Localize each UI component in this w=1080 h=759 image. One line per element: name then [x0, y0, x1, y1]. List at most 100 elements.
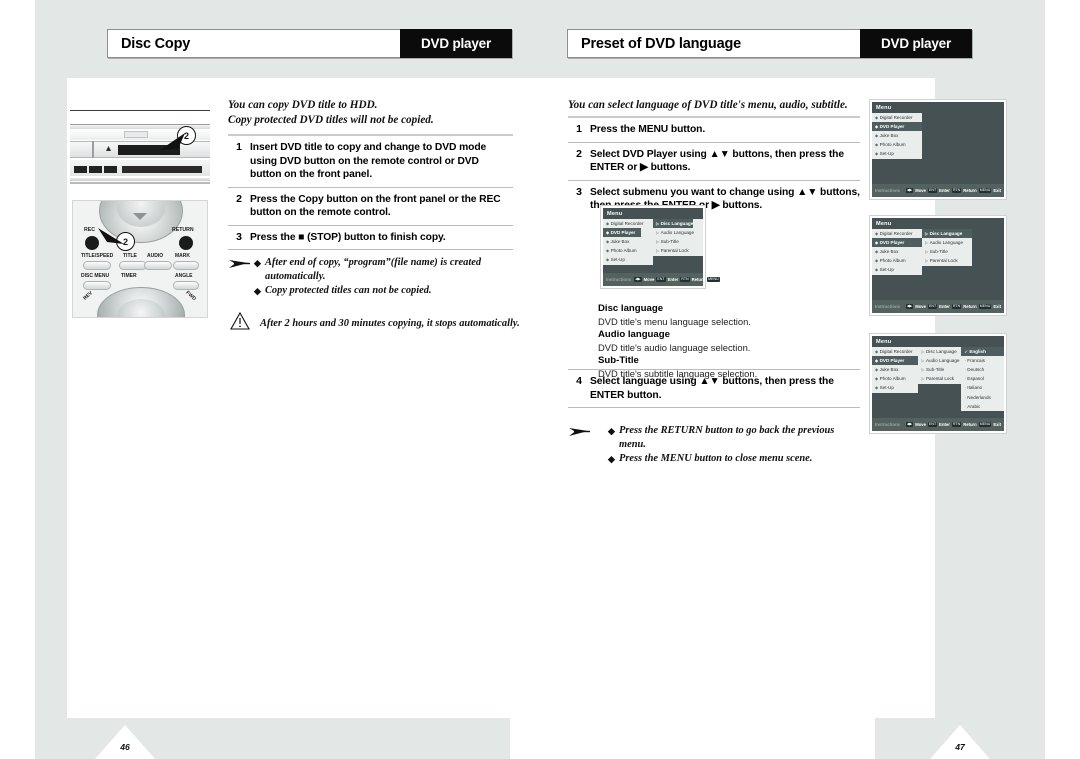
- right-page-title-box: Preset of DVD language: [567, 29, 860, 58]
- osd-item-label: Deutsch: [967, 366, 985, 372]
- osd-menu-item[interactable]: ✓ English: [961, 347, 1004, 357]
- osd-menu-item[interactable]: ◆ Digital Recorder: [872, 347, 918, 356]
- osd-footer-label: Instructions: [606, 277, 632, 282]
- osd-menu-item[interactable]: ◆ DVD Player: [872, 238, 922, 248]
- osd-menu-item[interactable]: ◆ Set-Up: [603, 256, 641, 265]
- osd-menu-item[interactable]: ▷ Audio Language: [918, 356, 961, 365]
- osd-key-icon: ENT: [927, 187, 938, 194]
- osd-menu-item[interactable]: · Nederlands: [961, 393, 1004, 402]
- page-number-value: 46: [120, 742, 130, 752]
- right-note-block: ◆ Press the RETURN button to go back the…: [568, 424, 860, 466]
- osd-footer-keys: ◀▶ Move ENT Enter RTN Return MENU Exit: [905, 187, 1001, 194]
- angle-button[interactable]: [173, 281, 199, 290]
- osd-menu-item[interactable]: ▷ Sub-Title: [653, 237, 693, 246]
- osd-menu-item[interactable]: ◆ Photo Album: [872, 375, 918, 384]
- step-number: 3: [576, 185, 582, 198]
- step-number: 2: [576, 147, 582, 160]
- front-panel-display: [124, 131, 148, 138]
- osd-body: Menu ◆ Digital Recorder ◆ DVD Player ◆ Juke B…: [872, 102, 1004, 197]
- osd-menu-item[interactable]: · Espanol: [961, 375, 1004, 384]
- osd-item-marker-icon: ▷: [925, 239, 929, 245]
- osd-key-icon: RTN: [951, 187, 962, 194]
- osd-item-label: Audio Language: [929, 239, 964, 245]
- diamond-bullet-icon: ◆: [608, 426, 615, 436]
- osd-menu-item[interactable]: ◆ Photo Album: [872, 141, 922, 150]
- osd-item-label: Sub-Title: [925, 366, 945, 372]
- osd-menu-item[interactable]: ◆ Digital Recorder: [603, 219, 644, 228]
- osd-menu-item[interactable]: ▷ Sub-Title: [918, 365, 961, 374]
- step-item: 2 Select DVD Player using ▲▼ buttons, th…: [568, 143, 860, 180]
- osd-menu-item[interactable]: ◆ Set-Up: [872, 384, 918, 393]
- osd-item-marker-icon: ◆: [875, 248, 879, 254]
- osd-menu-item[interactable]: ▷ Sub-Title: [922, 247, 972, 256]
- osd-key-label: Return: [963, 422, 977, 427]
- osd-menu-item[interactable]: ▷ Disc Language: [922, 229, 972, 239]
- mark-button[interactable]: [173, 261, 199, 270]
- osd-menu-item[interactable]: ▷ Disc Language: [918, 347, 961, 356]
- osd-item-label: Disc Language: [925, 348, 957, 354]
- osd-menu-item[interactable]: · Arabic: [961, 402, 1004, 411]
- osd-menu-item[interactable]: ◆ Digital Recorder: [872, 113, 922, 122]
- osd-key-label: Move: [915, 188, 926, 193]
- osd-menu-item[interactable]: ▷ Audio Language: [922, 238, 972, 247]
- osd-menu-item[interactable]: ◆ Juke Box: [872, 247, 922, 256]
- callout-pointer-front-panel: [160, 133, 185, 150]
- osd-menu-item[interactable]: ◆ Juke Box: [872, 131, 922, 140]
- osd-key-icon: MENU: [978, 303, 992, 310]
- step-item: 4 Select language using ▲▼ buttons, then…: [568, 370, 860, 407]
- return-button-label: RETURN: [172, 227, 194, 233]
- osd-item-label: Photo Album: [879, 376, 906, 382]
- osd-menu-item[interactable]: ◆ Photo Album: [603, 247, 641, 256]
- title-speed-button[interactable]: [83, 261, 111, 270]
- osd-menu-item[interactable]: · Francais: [961, 356, 1004, 365]
- osd-item-label: English: [969, 348, 986, 354]
- osd-key-icon: ◀▶: [905, 187, 914, 194]
- osd-item-marker-icon: ◆: [875, 114, 879, 120]
- osd-menu-item[interactable]: ◆ Photo Album: [872, 257, 922, 266]
- osd-item-marker-icon: ◆: [875, 151, 879, 157]
- left-intro-line-1: You can copy DVD title to HDD.: [228, 99, 378, 111]
- osd-menu-item[interactable]: ▷ Parental Lock: [918, 375, 961, 384]
- osd-menu-item[interactable]: ▷ Disc Language: [653, 219, 693, 229]
- osd-menu-item[interactable]: ◆ Set-Up: [872, 266, 922, 275]
- osd-menu-item[interactable]: ▷ Parental Lock: [922, 257, 972, 266]
- title-speed-label: TITLE/SPEED: [81, 253, 114, 259]
- osd-column-1: ▷ Disc Language ▷ Audio Language ▷ Sub-Title ▷…: [653, 219, 694, 256]
- osd-menu-level-3: Menu ◆ Digital Recorder ◆ DVD Player ◆ Juke B…: [870, 334, 1006, 433]
- osd-menu-item[interactable]: ▷ Parental Lock: [653, 247, 693, 256]
- osd-item-label: Digital Recorder: [879, 114, 913, 120]
- osd-menu-item[interactable]: · Deutsch: [961, 365, 1004, 374]
- osd-key-icon: ENT: [927, 421, 938, 428]
- return-button[interactable]: [179, 236, 193, 250]
- osd-menu-item[interactable]: ◆ DVD Player: [872, 122, 922, 132]
- left-page-tag-box: DVD player: [400, 29, 512, 58]
- audio-button[interactable]: [144, 261, 172, 270]
- osd-menu-level-1: Menu ◆ Digital Recorder ◆ DVD Player ◆ Juke B…: [870, 100, 1006, 199]
- osd-footer-label: Instructions: [875, 188, 901, 193]
- disc-menu-button[interactable]: [83, 281, 111, 290]
- osd-menu-item[interactable]: ◆ Digital Recorder: [872, 229, 922, 238]
- osd-menu-item[interactable]: ◆ Juke Box: [603, 237, 641, 246]
- osd-item-marker-icon: ▷: [921, 376, 925, 382]
- osd-item-label: Photo Album: [879, 142, 906, 148]
- osd-item-label: Photo Album: [879, 258, 906, 264]
- osd-item-label: DVD Player: [879, 239, 905, 245]
- step-number: 1: [576, 123, 582, 135]
- osd-key-icon: MENU: [707, 276, 720, 283]
- osd-column-1: ◆ Digital Recorder ◆ DVD Player ◆ Juke Box ◆ Ph…: [603, 219, 644, 265]
- osd-item-marker-icon: ▷: [925, 230, 929, 236]
- osd-key-label: Return: [963, 304, 977, 309]
- step-text: Press the ■ (STOP) button to finish copy…: [250, 231, 446, 243]
- osd-menu-item[interactable]: ▷ Audio Language: [653, 228, 694, 237]
- osd-menu-item[interactable]: ◆ DVD Player: [872, 356, 919, 366]
- osd-item-label: Parental Lock: [660, 248, 689, 254]
- osd-column-submenu: ▷ Disc Language ▷ Audio Language ▷ Sub-Title ▷…: [653, 219, 703, 256]
- osd-menu-item[interactable]: · Italiano: [961, 384, 1004, 393]
- right-intro-line-1: You can select language of DVD title's m…: [568, 99, 848, 111]
- osd-menu-item[interactable]: ◆ DVD Player: [603, 228, 641, 238]
- osd-menu-item[interactable]: ◆ Juke Box: [872, 365, 918, 374]
- osd-menu-item[interactable]: ◆ Set-Up: [872, 150, 922, 159]
- title-button[interactable]: [119, 261, 147, 270]
- osd-item-label: DVD Player: [610, 229, 636, 235]
- osd-column-3: ✓ English · Francais · Deutsch · Espanol · Italia…: [961, 347, 1004, 412]
